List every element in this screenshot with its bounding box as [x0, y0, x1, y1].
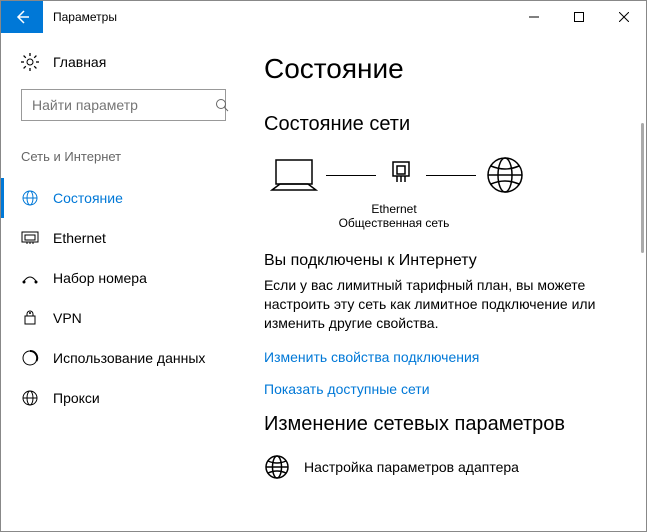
connection-line	[426, 175, 476, 176]
page-title: Состояние	[264, 53, 646, 85]
adapter-settings-row[interactable]: Настройка параметров адаптера	[264, 454, 646, 480]
network-diagram	[264, 154, 646, 196]
connection-label: Ethernet	[264, 202, 524, 216]
sidebar-item-datausage[interactable]: Использование данных	[1, 338, 246, 378]
globe-icon	[484, 154, 526, 196]
vpn-icon	[21, 310, 39, 326]
connected-description: Если у вас лимитный тарифный план, вы мо…	[264, 276, 624, 333]
status-icon	[21, 189, 39, 207]
sidebar-home-label: Главная	[53, 54, 106, 70]
link-change-connection-properties[interactable]: Изменить свойства подключения	[264, 349, 646, 365]
sidebar-item-label: VPN	[53, 310, 82, 326]
change-params-heading: Изменение сетевых параметров	[264, 413, 646, 436]
search-input[interactable]	[21, 89, 226, 121]
computer-icon	[270, 156, 318, 194]
router-icon	[384, 158, 418, 192]
link-show-available-networks[interactable]: Показать доступные сети	[264, 381, 646, 397]
search-field[interactable]	[30, 96, 215, 114]
adapter-icon	[264, 454, 290, 480]
section-title: Состояние сети	[264, 113, 646, 136]
scrollbar[interactable]	[641, 123, 644, 253]
connection-subtype: Общественная сеть	[264, 216, 524, 230]
close-button[interactable]	[601, 1, 646, 33]
sidebar-item-label: Ethernet	[53, 230, 106, 246]
sidebar-item-proxy[interactable]: Прокси	[1, 378, 246, 418]
search-icon	[215, 98, 229, 112]
adapter-label: Настройка параметров адаптера	[304, 459, 519, 475]
sidebar-group-label: Сеть и Интернет	[21, 149, 246, 164]
ethernet-icon	[21, 231, 39, 245]
proxy-icon	[21, 389, 39, 407]
minimize-button[interactable]	[511, 1, 556, 33]
datausage-icon	[21, 349, 39, 367]
sidebar-item-label: Прокси	[53, 390, 100, 406]
connection-line	[326, 175, 376, 176]
dialup-icon	[21, 271, 39, 285]
sidebar-item-vpn[interactable]: VPN	[1, 298, 246, 338]
sidebar-item-label: Набор номера	[53, 270, 147, 286]
maximize-button[interactable]	[556, 1, 601, 33]
window-title: Параметры	[43, 1, 511, 33]
connected-heading: Вы подключены к Интернету	[264, 252, 646, 270]
sidebar-item-status[interactable]: Состояние	[1, 178, 246, 218]
sidebar-item-label: Использование данных	[53, 350, 205, 366]
sidebar-item-ethernet[interactable]: Ethernet	[1, 218, 246, 258]
sidebar-item-dialup[interactable]: Набор номера	[1, 258, 246, 298]
sidebar-item-label: Состояние	[53, 190, 123, 206]
diagram-caption: Ethernet Общественная сеть	[264, 202, 524, 230]
back-button[interactable]	[1, 1, 43, 33]
sidebar-home[interactable]: Главная	[21, 53, 246, 71]
gear-icon	[21, 53, 39, 71]
